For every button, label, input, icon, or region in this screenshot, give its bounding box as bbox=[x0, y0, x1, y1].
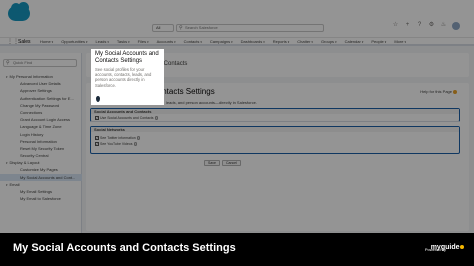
guide-banner: My Social Accounts and Contacts Settings… bbox=[0, 233, 474, 266]
guide-tooltip: My Social Accounts and Contacts Settings… bbox=[91, 49, 164, 105]
brand-text: myguide bbox=[430, 244, 460, 251]
guide-overlay bbox=[0, 0, 474, 266]
tooltip-title: My Social Accounts and Contacts Settings bbox=[95, 51, 159, 64]
banner-title: My Social Accounts and Contacts Settings bbox=[13, 242, 236, 254]
brand-dot bbox=[460, 245, 464, 250]
tooltip-body: See social profiles for your accounts, c… bbox=[95, 67, 152, 88]
myguide-logo: myguide bbox=[431, 244, 464, 251]
